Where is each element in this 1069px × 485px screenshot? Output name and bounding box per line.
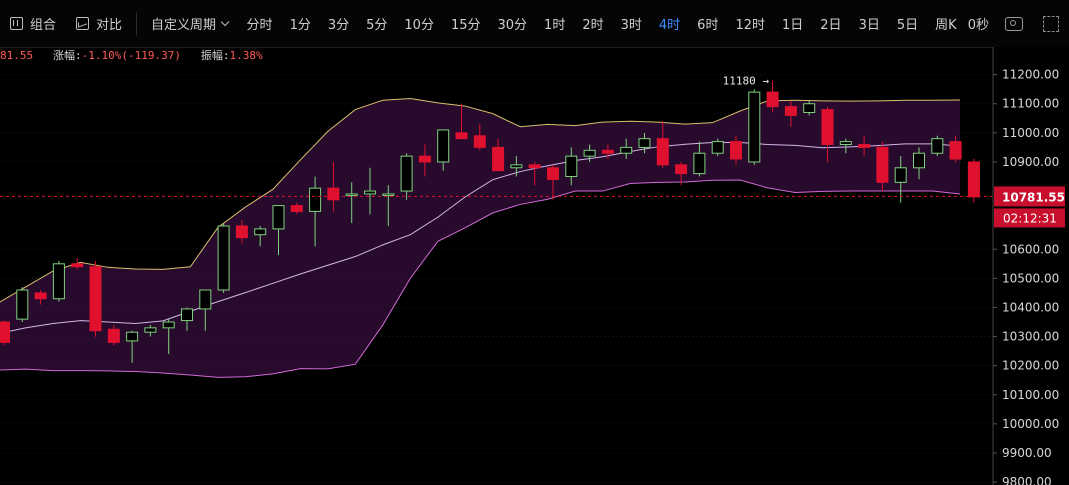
candle-body <box>693 152 706 175</box>
candle-body <box>272 205 285 230</box>
candle-body <box>107 328 120 343</box>
price-tick-label: 10400.00 <box>1002 300 1059 314</box>
candle-body <box>565 155 578 178</box>
candle-body <box>162 321 175 329</box>
candle-body <box>638 138 651 148</box>
candle-body <box>784 106 797 116</box>
candle-body <box>583 149 596 157</box>
candle-body <box>876 146 889 183</box>
candle-body <box>144 327 157 333</box>
high-price-marker: 11180 → <box>723 74 770 87</box>
candle-body <box>126 331 139 342</box>
price-tick-label: 10200.00 <box>1002 359 1059 373</box>
price-tick-label: 11200.00 <box>1002 68 1059 82</box>
candle-body <box>894 167 907 183</box>
candle-body <box>217 225 230 291</box>
price-tick-label: 10900.00 <box>1002 155 1059 169</box>
candle-body <box>327 187 340 201</box>
candle-body <box>821 109 834 145</box>
candle-body <box>382 193 395 196</box>
countdown-label: 02:12:31 <box>1003 211 1057 225</box>
candle-body <box>711 141 724 154</box>
candle-body <box>803 103 816 113</box>
current-price-label: 10781.55 <box>1002 190 1065 204</box>
price-tick-label: 9900.00 <box>1002 446 1052 460</box>
price-tick-label: 10100.00 <box>1002 388 1059 402</box>
candle-body <box>455 132 468 140</box>
candle-body <box>0 321 10 343</box>
candle-body <box>675 164 688 175</box>
candle-body <box>931 138 944 154</box>
price-tick-label: 10300.00 <box>1002 330 1059 344</box>
candle-body <box>345 193 358 196</box>
candle-body <box>839 141 852 145</box>
price-tick-label: 10000.00 <box>1002 417 1059 431</box>
candle-body <box>254 228 267 236</box>
price-tick-label: 9800.00 <box>1002 475 1052 485</box>
candle-body <box>949 141 962 160</box>
price-tick-label: 10500.00 <box>1002 271 1059 285</box>
candle-body <box>34 292 47 300</box>
candle-body <box>510 164 523 169</box>
candle-body <box>601 149 614 154</box>
candle-body <box>547 167 559 180</box>
candle-body <box>528 164 541 169</box>
candle-body <box>967 161 980 198</box>
candle-body <box>52 263 65 300</box>
candle-body <box>181 308 193 322</box>
candle-body <box>199 289 212 310</box>
candlestick-chart[interactable]: 11180 → 11200.00 11100.00 11000.00 10900.00 1… <box>0 0 1069 485</box>
candle-body <box>492 146 505 172</box>
candle-body <box>766 91 779 108</box>
candle-body <box>235 225 248 239</box>
price-tick-label: 11000.00 <box>1002 126 1059 140</box>
candle-body <box>656 138 669 166</box>
candle-body <box>400 155 413 192</box>
candle-body <box>364 190 376 195</box>
candle-body <box>71 263 84 268</box>
candle-body <box>437 129 450 163</box>
price-tick-label: 10600.00 <box>1002 242 1059 256</box>
candle-body <box>913 152 925 169</box>
candle-body <box>858 143 871 148</box>
candle-body <box>418 155 431 163</box>
candle-body <box>309 187 322 212</box>
candle-body <box>730 141 742 160</box>
candle-body <box>290 205 303 212</box>
candle-body <box>16 289 29 320</box>
candle-body <box>748 91 761 163</box>
candle-body <box>89 266 102 332</box>
candle-body <box>473 135 486 148</box>
candle-body <box>620 146 633 154</box>
price-tick-label: 11100.00 <box>1002 97 1059 111</box>
